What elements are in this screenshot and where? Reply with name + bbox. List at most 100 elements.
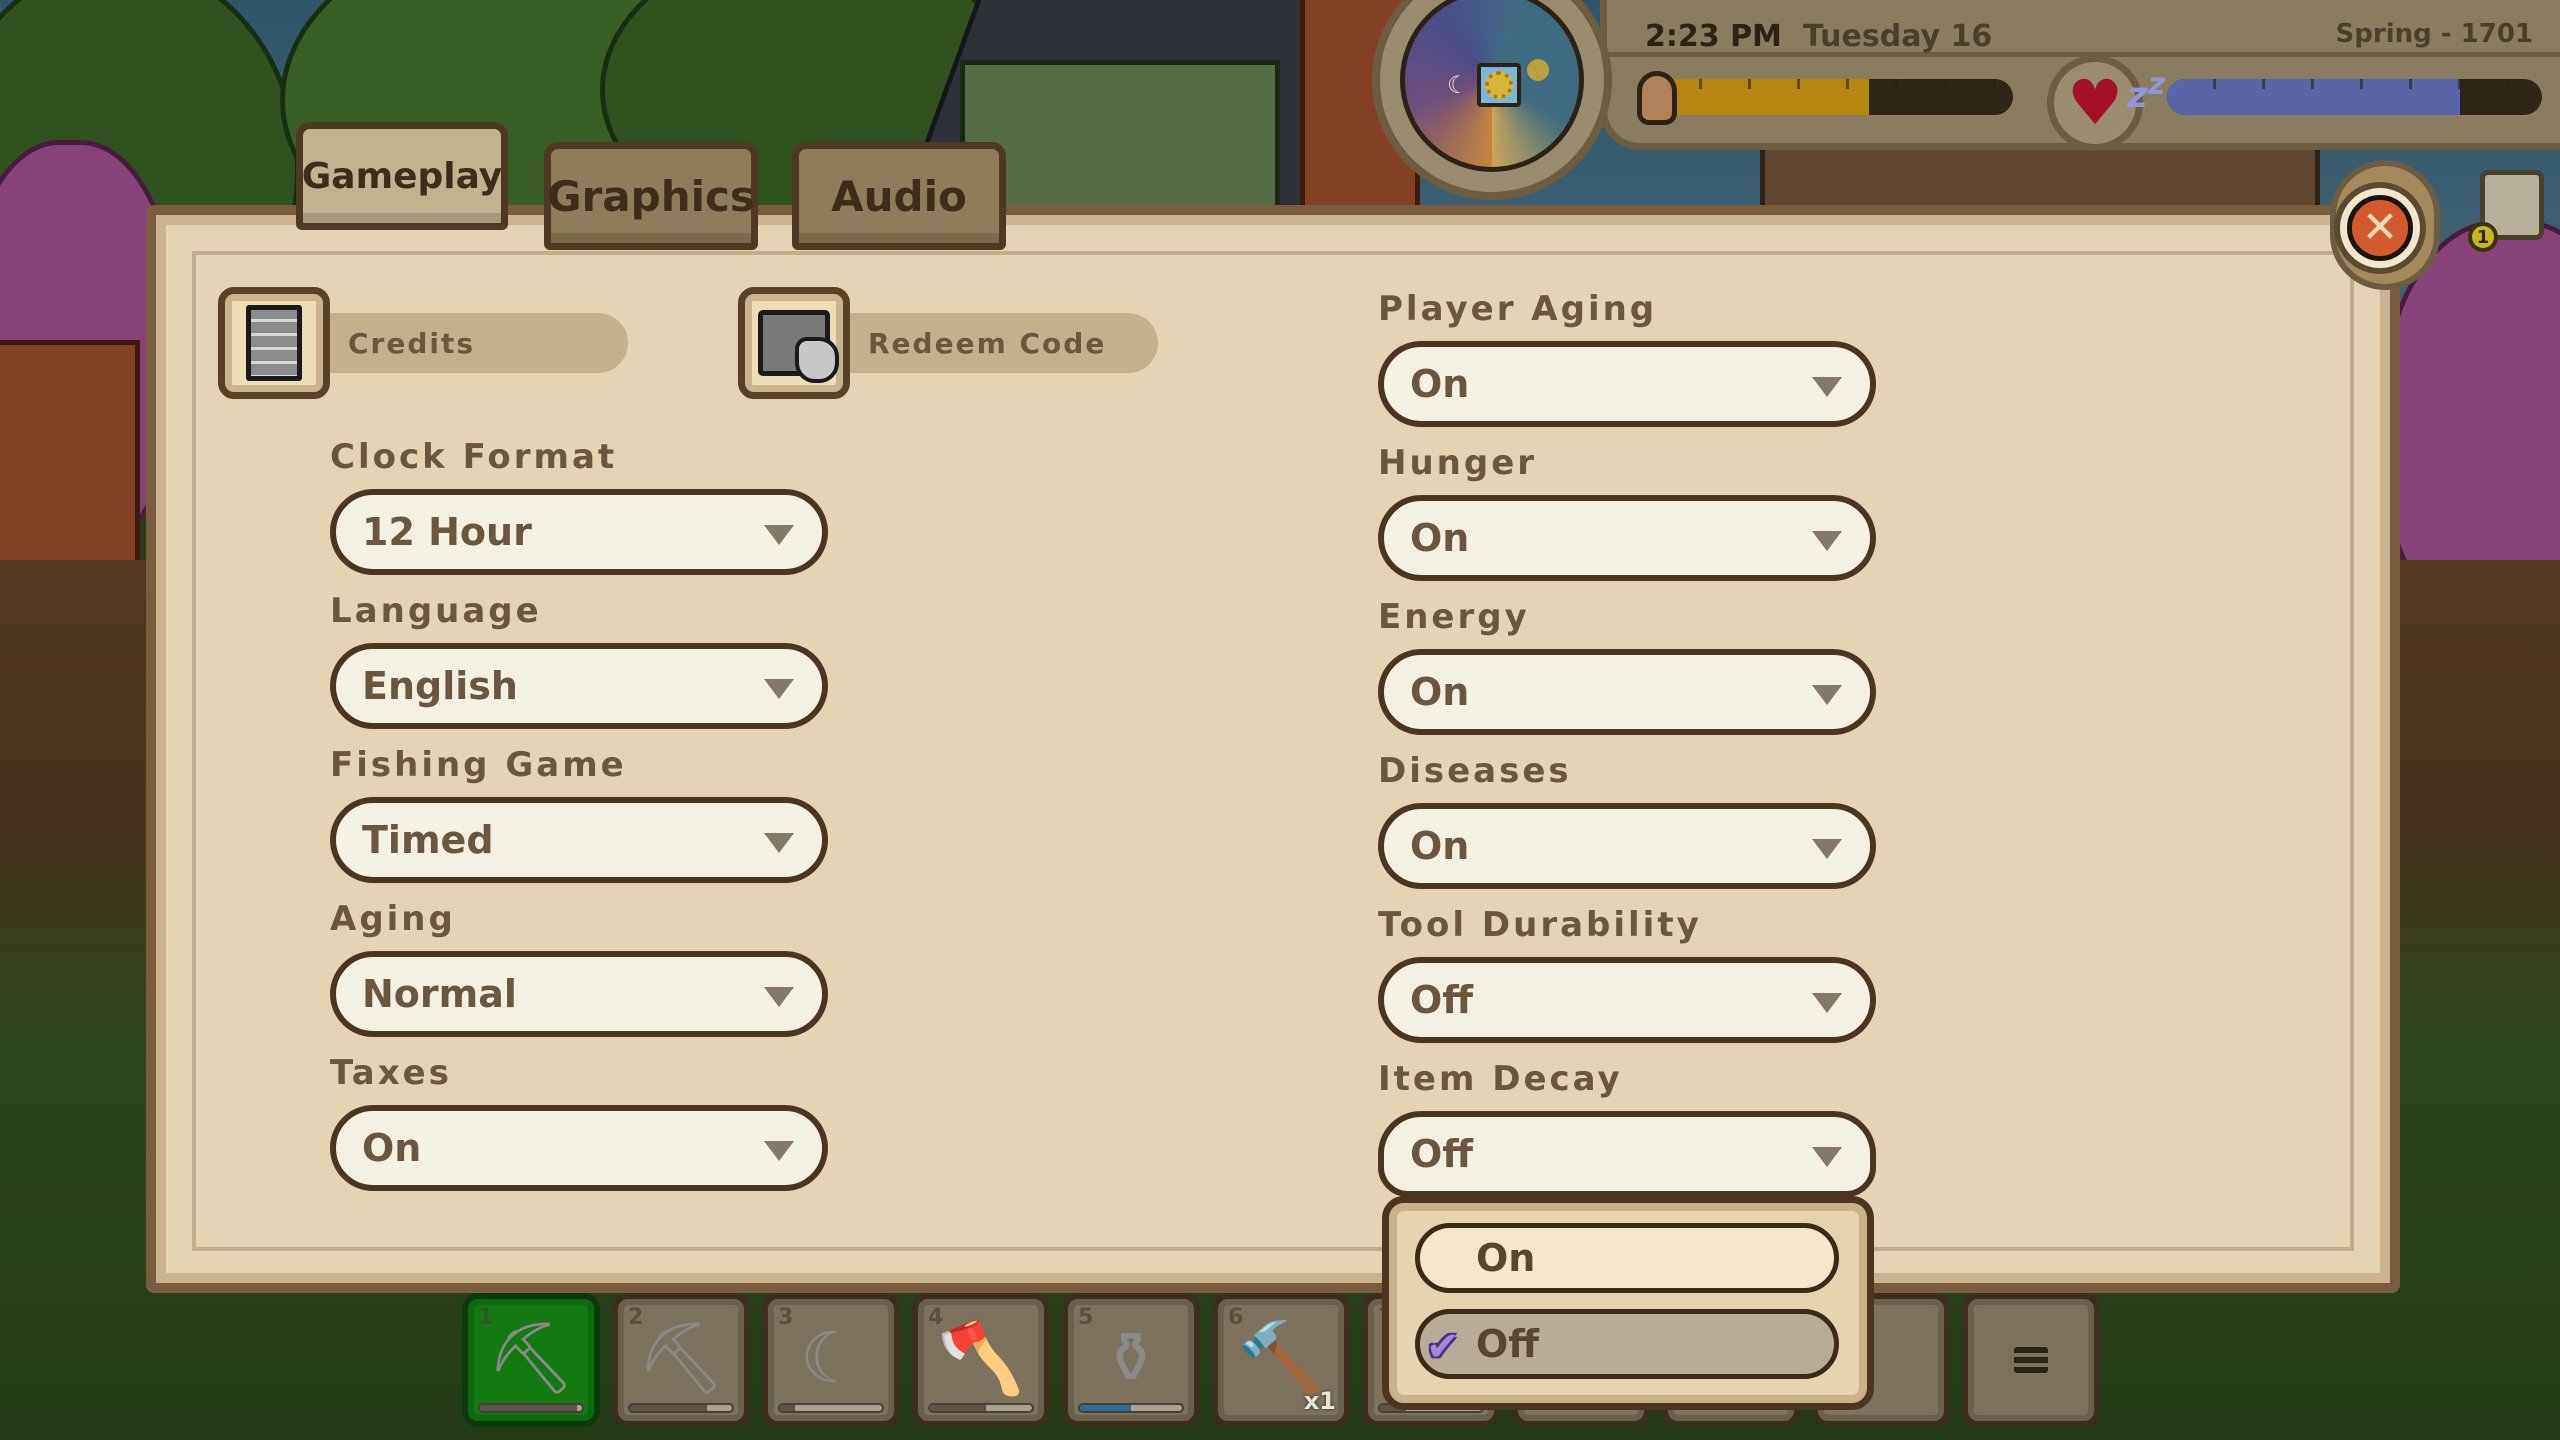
document-icon [246, 305, 302, 381]
hud-status-bar: 2:23 PM Tuesday 16 Spring - 1701 ♥ zz [1600, 0, 2560, 151]
chevron-down-icon [764, 987, 794, 1007]
hunger-label: Hunger [1378, 443, 1538, 483]
aging-value: Normal [362, 972, 517, 1016]
hoe-icon: ⛏ [486, 1317, 576, 1399]
redeem-code-label: Redeem Code [868, 326, 1107, 360]
hud-date-row: 2:23 PM Tuesday 16 Spring - 1701 [1607, 7, 2560, 57]
hotbar-slot-1[interactable]: 1 ⛏ [462, 1293, 600, 1427]
durability-fill [930, 1405, 987, 1411]
taxes-dropdown[interactable]: On [330, 1105, 828, 1191]
credits-label: Credits [348, 326, 476, 360]
hunger-value: On [1410, 516, 1470, 560]
chevron-down-icon [764, 1141, 794, 1161]
settings-panel: Credits Redeem Code Clock Format 12 Hour… [146, 205, 2400, 1293]
option-off-label: Off [1476, 1322, 1540, 1366]
item-quantity: x1 [1303, 1387, 1336, 1415]
chevron-down-icon [764, 833, 794, 853]
clock-format-label: Clock Format [330, 437, 618, 477]
durability-fill [480, 1405, 577, 1411]
diseases-dropdown[interactable]: On [1378, 803, 1876, 889]
option-off[interactable]: ✔ Off [1415, 1309, 1839, 1379]
durability-fill [630, 1405, 707, 1411]
axe-icon: 🪓 [937, 1317, 1025, 1399]
hunger-meter [1653, 79, 2013, 115]
pickaxe-icon: ⛏ [636, 1317, 726, 1399]
aging-dropdown[interactable]: Normal [330, 951, 828, 1037]
quest-count-badge: 1 [2468, 222, 2498, 252]
tool-durability-value: Off [1410, 978, 1474, 1022]
durability-bar [778, 1403, 884, 1413]
tab-gameplay[interactable]: Gameplay [296, 122, 508, 230]
diseases-value: On [1410, 824, 1470, 868]
player-aging-value: On [1410, 362, 1470, 406]
energy-value: On [1410, 670, 1470, 714]
close-button[interactable]: ✕ [2334, 182, 2426, 274]
sun-icon [1527, 59, 1549, 81]
durability-bar [628, 1403, 734, 1413]
close-icon: ✕ [2347, 195, 2413, 261]
hotbar-slot-4[interactable]: 4 🪓 [912, 1293, 1050, 1427]
hand-pointer-icon [795, 337, 839, 383]
tab-graphics[interactable]: Graphics [544, 142, 758, 250]
zzz-sleep-icon: zz [2127, 67, 2166, 116]
item-decay-value: Off [1410, 1132, 1474, 1176]
tab-audio[interactable]: Audio [792, 142, 1006, 250]
fishing-game-label: Fishing Game [330, 745, 627, 785]
option-on[interactable]: On [1415, 1223, 1839, 1293]
language-value: English [362, 664, 518, 708]
credits-icon-box [218, 287, 330, 399]
watering-can-icon: ⚱ [1101, 1317, 1161, 1399]
chevron-down-icon [1812, 1147, 1842, 1167]
chevron-down-icon [1812, 685, 1842, 705]
energy-dropdown[interactable]: On [1378, 649, 1876, 735]
language-label: Language [330, 591, 542, 631]
taxes-label: Taxes [330, 1053, 452, 1093]
hunger-meter-ticks [1653, 79, 2013, 89]
hud-date: Tuesday 16 [1803, 19, 1993, 54]
option-on-label: On [1476, 1236, 1536, 1280]
redeem-hand-icon [758, 310, 839, 383]
credits-button[interactable]: Credits [218, 287, 628, 399]
hotbar-slot-6[interactable]: 6 🔨 x1 [1212, 1293, 1350, 1427]
hunger-dropdown[interactable]: On [1378, 495, 1876, 581]
fishing-game-value: Timed [362, 818, 494, 862]
hotbar-slot-5[interactable]: 5 ⚱ [1062, 1293, 1200, 1427]
clock-format-dropdown[interactable]: 12 Hour [330, 489, 828, 575]
chevron-down-icon [1812, 839, 1842, 859]
clock-format-value: 12 Hour [362, 510, 532, 554]
water-level-bar [1078, 1403, 1184, 1413]
chevron-down-icon [764, 679, 794, 699]
menu-button[interactable] [1962, 1293, 2100, 1427]
hud-season-year: Spring - 1701 [2335, 19, 2533, 49]
player-aging-label: Player Aging [1378, 289, 1658, 329]
item-decay-dropdown[interactable]: Off [1378, 1111, 1876, 1197]
fishing-game-dropdown[interactable]: Timed [330, 797, 828, 883]
hamburger-menu-icon [2014, 1347, 2048, 1373]
season-badge [1477, 63, 1521, 107]
player-aging-dropdown[interactable]: On [1378, 341, 1876, 427]
chevron-down-icon [1812, 993, 1842, 1013]
redeem-icon-box [738, 287, 850, 399]
hotbar-slot-2[interactable]: 2 ⛏ [612, 1293, 750, 1427]
redeem-code-button[interactable]: Redeem Code [738, 287, 1158, 399]
diseases-label: Diseases [1378, 751, 1572, 791]
item-decay-label: Item Decay [1378, 1059, 1623, 1099]
chevron-down-icon [1812, 377, 1842, 397]
chevron-down-icon [1812, 531, 1842, 551]
tool-durability-label: Tool Durability [1378, 905, 1702, 945]
hud-time: 2:23 PM [1645, 19, 1782, 54]
taxes-value: On [362, 1126, 422, 1170]
day-night-clock-face: ☾ [1400, 0, 1584, 172]
aging-label: Aging [330, 899, 456, 939]
tool-durability-dropdown[interactable]: Off [1378, 957, 1876, 1043]
energy-label: Energy [1378, 597, 1530, 637]
hotbar-slot-3[interactable]: 3 ☾ [762, 1293, 900, 1427]
scythe-icon: ☾ [799, 1317, 863, 1399]
energy-meter [2167, 79, 2542, 115]
language-dropdown[interactable]: English [330, 643, 828, 729]
chevron-down-icon [764, 525, 794, 545]
durability-bar [928, 1403, 1034, 1413]
durability-bar [478, 1403, 584, 1413]
energy-meter-ticks [2167, 79, 2542, 89]
heart-icon: ♥ [2067, 66, 2123, 139]
